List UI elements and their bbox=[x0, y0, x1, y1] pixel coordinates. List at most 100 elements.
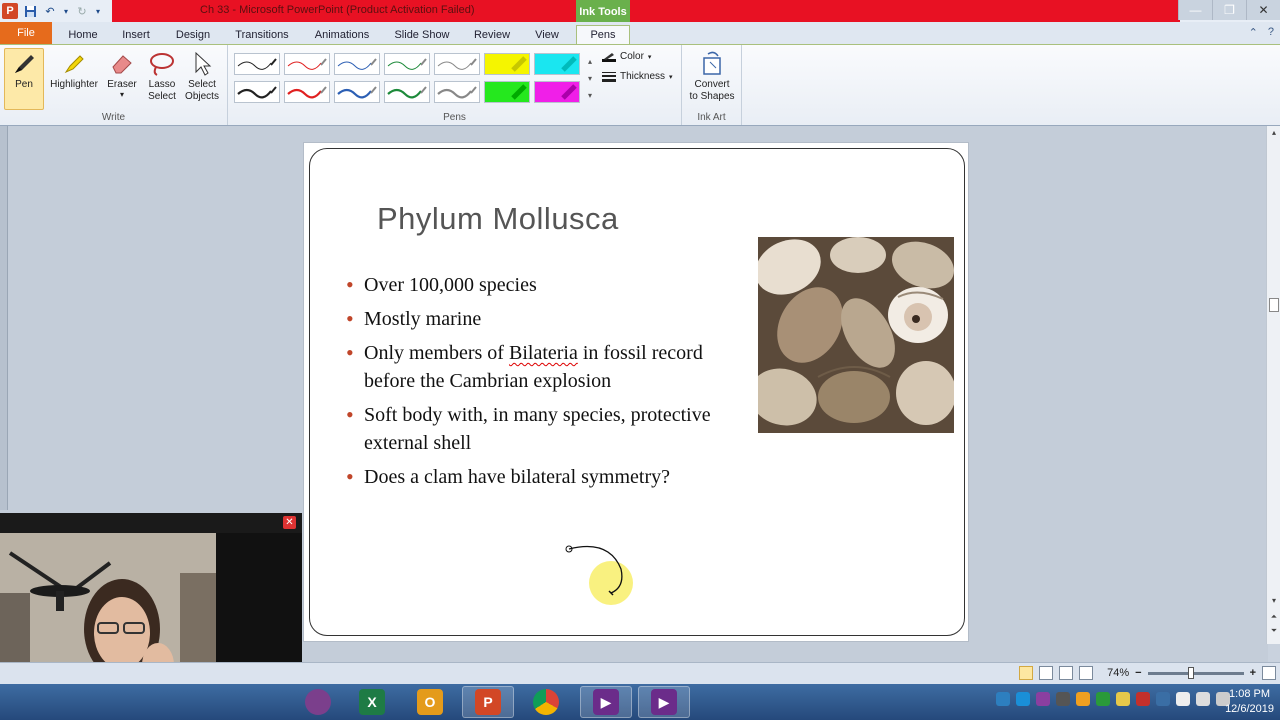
pen-style-thin-gray[interactable] bbox=[434, 53, 480, 75]
bullet-item: Soft body with, in many species, protect… bbox=[346, 401, 746, 457]
zoom-slider[interactable] bbox=[1147, 666, 1244, 679]
scroll-down-icon[interactable]: ▾ bbox=[1267, 596, 1280, 605]
tray-icon[interactable] bbox=[1016, 692, 1030, 706]
taskbar-app-outlook[interactable]: O bbox=[404, 686, 456, 718]
normal-view-button[interactable] bbox=[1019, 666, 1034, 680]
slide-canvas[interactable]: Phylum Mollusca Over 100,000 species Mos… bbox=[303, 142, 969, 642]
tray-icon[interactable] bbox=[1056, 692, 1070, 706]
tab-review[interactable]: Review bbox=[466, 25, 518, 44]
tab-view[interactable]: View bbox=[526, 25, 568, 44]
highlighter-style-cyan[interactable] bbox=[534, 53, 580, 75]
pens-gallery-scroll[interactable]: ▴ ▾ ▾ bbox=[584, 53, 596, 105]
undo-icon[interactable]: ↶ bbox=[42, 3, 58, 19]
powerpoint-logo-icon[interactable]: P bbox=[2, 3, 18, 19]
help-icon[interactable]: ? bbox=[1268, 26, 1274, 39]
tab-design[interactable]: Design bbox=[168, 25, 218, 44]
pen-style-thick-gray[interactable] bbox=[434, 81, 480, 103]
tab-file[interactable]: File bbox=[0, 22, 52, 44]
pen-style-thick-green[interactable] bbox=[384, 81, 430, 103]
pen-tool-button[interactable]: Pen bbox=[4, 48, 44, 110]
tab-slide-show[interactable]: Slide Show bbox=[388, 25, 456, 44]
pen-thickness-button[interactable]: Thickness ▾ bbox=[602, 71, 673, 82]
highlighter-tool-button[interactable]: Highlighter bbox=[48, 49, 100, 91]
taskbar-app-powerpoint[interactable]: P bbox=[462, 686, 514, 718]
slide-show-view-button[interactable] bbox=[1079, 666, 1094, 680]
tray-icon[interactable] bbox=[1036, 692, 1050, 706]
taskbar-app-video[interactable]: ▶ bbox=[580, 686, 632, 718]
convert-to-shapes-button[interactable]: Convert to Shapes bbox=[686, 49, 738, 103]
slide-bullet-list[interactable]: Over 100,000 species Mostly marine Only … bbox=[346, 271, 746, 497]
lasso-icon bbox=[142, 49, 182, 79]
write-group-label: Write bbox=[101, 112, 126, 123]
highlighter-style-green[interactable] bbox=[484, 81, 530, 103]
pen-style-thin-green[interactable] bbox=[384, 53, 430, 75]
taskbar-app-excel[interactable]: X bbox=[346, 686, 398, 718]
vertical-scrollbar[interactable]: ▴ ▾ ⏶ ⏷ bbox=[1266, 126, 1280, 644]
taskbar-app-video-2[interactable]: ▶ bbox=[638, 686, 690, 718]
pen-style-thin-blue[interactable] bbox=[334, 53, 380, 75]
slides-pane-collapsed[interactable] bbox=[0, 126, 8, 510]
pen-style-thick-red[interactable] bbox=[284, 81, 330, 103]
pen-color-button[interactable]: Color ▾ bbox=[602, 51, 651, 62]
taskbar-app-orb[interactable] bbox=[292, 686, 344, 718]
pen-thickness-label: Thickness bbox=[620, 71, 666, 82]
misspelled-word: Bilateria bbox=[508, 342, 578, 364]
bullet-item: Mostly marine bbox=[346, 305, 746, 333]
close-button[interactable]: ✕ bbox=[1246, 0, 1280, 20]
save-icon[interactable] bbox=[22, 3, 38, 19]
tab-animations[interactable]: Animations bbox=[306, 25, 378, 44]
tab-transitions[interactable]: Transitions bbox=[228, 25, 296, 44]
restore-button[interactable]: ❐ bbox=[1212, 0, 1246, 20]
tray-icon[interactable] bbox=[1116, 692, 1130, 706]
zoom-slider-knob[interactable] bbox=[1187, 666, 1194, 679]
undo-dropdown-icon[interactable]: ▾ bbox=[62, 3, 70, 19]
bullet-item: Over 100,000 species bbox=[346, 271, 746, 299]
tab-home[interactable]: Home bbox=[62, 25, 104, 44]
pens-group-label: Pens bbox=[443, 112, 466, 123]
taskbar-app-chrome[interactable] bbox=[520, 686, 572, 718]
network-icon[interactable] bbox=[1176, 692, 1190, 706]
lasso-select-button[interactable]: Lasso Select bbox=[142, 49, 182, 103]
scroll-thumb[interactable] bbox=[1269, 298, 1279, 312]
slide-title[interactable]: Phylum Mollusca bbox=[377, 201, 619, 237]
ink-art-group: Convert to Shapes Ink Art bbox=[682, 45, 742, 125]
tray-icon[interactable] bbox=[996, 692, 1010, 706]
customize-toolbar-icon[interactable]: ▾ bbox=[94, 3, 102, 19]
volume-icon[interactable] bbox=[1196, 692, 1210, 706]
tray-icon[interactable] bbox=[1156, 692, 1170, 706]
tab-pens[interactable]: Pens bbox=[576, 25, 630, 44]
status-bar-right: 74% − + bbox=[1019, 666, 1276, 680]
pen-style-thin-red[interactable] bbox=[284, 53, 330, 75]
scroll-up-icon[interactable]: ▴ bbox=[1267, 128, 1280, 137]
video-app-2-icon: ▶ bbox=[651, 689, 677, 715]
minimize-ribbon-icon[interactable]: ⌃ bbox=[1249, 26, 1258, 39]
cursor-arrow-icon bbox=[182, 49, 222, 79]
zoom-in-button[interactable]: + bbox=[1250, 667, 1256, 679]
minimize-button[interactable]: — bbox=[1178, 0, 1212, 20]
next-slide-icon[interactable]: ⏷ bbox=[1267, 626, 1280, 636]
eraser-tool-button[interactable]: Eraser ▾ bbox=[102, 49, 142, 99]
redo-icon[interactable]: ↻ bbox=[74, 3, 90, 19]
reading-view-button[interactable] bbox=[1059, 666, 1074, 680]
pen-style-thick-blue[interactable] bbox=[334, 81, 380, 103]
bullet-item: Does a clam have bilateral symmetry? bbox=[346, 463, 746, 491]
highlighter-style-magenta[interactable] bbox=[534, 81, 580, 103]
fit-slide-button[interactable] bbox=[1262, 666, 1276, 680]
system-tray bbox=[996, 692, 1230, 706]
eraser-dropdown-icon[interactable]: ▾ bbox=[102, 91, 142, 99]
pen-style-thick-black[interactable] bbox=[234, 81, 280, 103]
slide-sorter-view-button[interactable] bbox=[1039, 666, 1054, 680]
taskbar-clock[interactable]: 1:08 PM 12/6/2019 bbox=[1225, 687, 1274, 717]
clam-shells-photo[interactable] bbox=[758, 237, 954, 433]
select-objects-button[interactable]: Select Objects bbox=[182, 49, 222, 103]
tray-icon[interactable] bbox=[1076, 692, 1090, 706]
tray-icon[interactable] bbox=[1136, 692, 1150, 706]
pen-style-thin-black[interactable] bbox=[234, 53, 280, 75]
previous-slide-icon[interactable]: ⏶ bbox=[1267, 612, 1280, 622]
zoom-out-button[interactable]: − bbox=[1135, 667, 1141, 679]
tab-insert[interactable]: Insert bbox=[114, 25, 158, 44]
highlighter-style-yellow[interactable] bbox=[484, 53, 530, 75]
tray-icon[interactable] bbox=[1096, 692, 1110, 706]
zoom-level[interactable]: 74% bbox=[1107, 667, 1129, 679]
webcam-close-button[interactable]: ✕ bbox=[283, 516, 296, 529]
